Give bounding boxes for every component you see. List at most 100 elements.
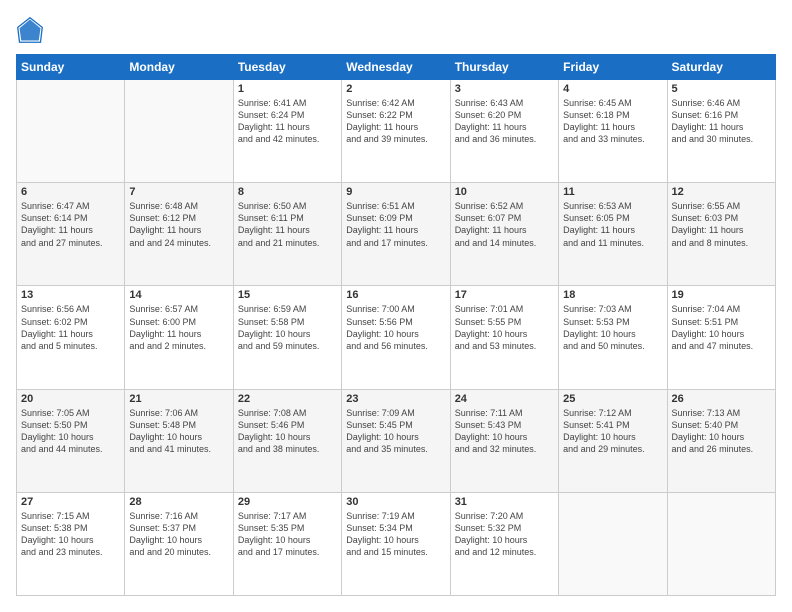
day-detail-line: Sunset: 5:43 PM	[455, 419, 554, 431]
daylight-line2: and and 30 minutes.	[672, 133, 771, 145]
daylight-line1: Daylight: 10 hours	[455, 431, 554, 443]
day-detail-line: Sunrise: 6:53 AM	[563, 200, 662, 212]
daylight-line2: and and 41 minutes.	[129, 443, 228, 455]
calendar-cell: 16Sunrise: 7:00 AMSunset: 5:56 PMDayligh…	[342, 286, 450, 389]
day-number: 15	[238, 289, 337, 301]
day-detail-line: Sunrise: 7:11 AM	[455, 407, 554, 419]
day-detail-line: Sunset: 5:38 PM	[21, 522, 120, 534]
day-detail-line: Sunset: 6:02 PM	[21, 316, 120, 328]
day-detail-line: Sunrise: 6:43 AM	[455, 97, 554, 109]
day-info: Sunrise: 7:16 AMSunset: 5:37 PMDaylight:…	[129, 510, 228, 559]
day-number: 30	[346, 496, 445, 508]
day-detail-line: Sunset: 6:16 PM	[672, 109, 771, 121]
daylight-line2: and and 14 minutes.	[455, 237, 554, 249]
day-detail-line: Sunset: 5:40 PM	[672, 419, 771, 431]
day-detail-line: Sunrise: 7:08 AM	[238, 407, 337, 419]
daylight-line1: Daylight: 11 hours	[346, 121, 445, 133]
calendar-cell	[559, 492, 667, 595]
day-info: Sunrise: 7:09 AMSunset: 5:45 PMDaylight:…	[346, 407, 445, 456]
day-detail-line: Sunset: 5:45 PM	[346, 419, 445, 431]
daylight-line1: Daylight: 10 hours	[129, 431, 228, 443]
calendar-table: SundayMondayTuesdayWednesdayThursdayFrid…	[16, 54, 776, 596]
daylight-line1: Daylight: 11 hours	[455, 121, 554, 133]
daylight-line1: Daylight: 11 hours	[21, 224, 120, 236]
day-detail-line: Sunrise: 7:19 AM	[346, 510, 445, 522]
day-detail-line: Sunset: 5:46 PM	[238, 419, 337, 431]
day-detail-line: Sunset: 6:03 PM	[672, 212, 771, 224]
daylight-line1: Daylight: 10 hours	[238, 431, 337, 443]
day-detail-line: Sunrise: 6:45 AM	[563, 97, 662, 109]
logo-icon	[16, 16, 44, 44]
day-detail-line: Sunset: 6:00 PM	[129, 316, 228, 328]
day-number: 4	[563, 83, 662, 95]
daylight-line1: Daylight: 10 hours	[672, 431, 771, 443]
daylight-line2: and and 32 minutes.	[455, 443, 554, 455]
day-detail-line: Sunset: 6:09 PM	[346, 212, 445, 224]
calendar-header-row: SundayMondayTuesdayWednesdayThursdayFrid…	[17, 55, 776, 80]
daylight-line1: Daylight: 11 hours	[21, 328, 120, 340]
day-info: Sunrise: 6:47 AMSunset: 6:14 PMDaylight:…	[21, 200, 120, 249]
calendar-cell: 15Sunrise: 6:59 AMSunset: 5:58 PMDayligh…	[233, 286, 341, 389]
daylight-line1: Daylight: 10 hours	[129, 534, 228, 546]
daylight-line1: Daylight: 11 hours	[563, 224, 662, 236]
day-number: 9	[346, 186, 445, 198]
daylight-line2: and and 53 minutes.	[455, 340, 554, 352]
daylight-line2: and and 21 minutes.	[238, 237, 337, 249]
day-number: 21	[129, 393, 228, 405]
daylight-line2: and and 12 minutes.	[455, 546, 554, 558]
daylight-line1: Daylight: 10 hours	[672, 328, 771, 340]
day-detail-line: Sunrise: 7:20 AM	[455, 510, 554, 522]
calendar-cell: 5Sunrise: 6:46 AMSunset: 6:16 PMDaylight…	[667, 80, 775, 183]
calendar-cell: 9 Sunrise: 6:51 AMSunset: 6:09 PMDaylight…	[342, 183, 450, 286]
calendar-header-wednesday: Wednesday	[342, 55, 450, 80]
day-detail-line: Sunset: 5:58 PM	[238, 316, 337, 328]
day-info: Sunrise: 6:51 AMSunset: 6:09 PMDaylight:…	[346, 200, 445, 249]
day-info: Sunrise: 7:12 AMSunset: 5:41 PMDaylight:…	[563, 407, 662, 456]
day-number: 27	[21, 496, 120, 508]
daylight-line1: Daylight: 11 hours	[129, 328, 228, 340]
daylight-line2: and and 47 minutes.	[672, 340, 771, 352]
day-number: 3	[455, 83, 554, 95]
day-info: Sunrise: 6:42 AMSunset: 6:22 PMDaylight:…	[346, 97, 445, 146]
day-detail-line: Sunset: 6:22 PM	[346, 109, 445, 121]
calendar-header-monday: Monday	[125, 55, 233, 80]
calendar-cell: 22Sunrise: 7:08 AMSunset: 5:46 PMDayligh…	[233, 389, 341, 492]
day-info: Sunrise: 7:17 AMSunset: 5:35 PMDaylight:…	[238, 510, 337, 559]
logo	[16, 16, 48, 44]
day-detail-line: Sunset: 5:48 PM	[129, 419, 228, 431]
calendar-cell: 14Sunrise: 6:57 AMSunset: 6:00 PMDayligh…	[125, 286, 233, 389]
day-detail-line: Sunset: 5:41 PM	[563, 419, 662, 431]
daylight-line1: Daylight: 10 hours	[21, 431, 120, 443]
day-number: 10	[455, 186, 554, 198]
day-detail-line: Sunrise: 6:57 AM	[129, 303, 228, 315]
day-detail-line: Sunrise: 6:55 AM	[672, 200, 771, 212]
calendar-header-tuesday: Tuesday	[233, 55, 341, 80]
day-detail-line: Sunset: 6:12 PM	[129, 212, 228, 224]
daylight-line1: Daylight: 11 hours	[238, 224, 337, 236]
day-detail-line: Sunrise: 7:09 AM	[346, 407, 445, 419]
day-info: Sunrise: 7:19 AMSunset: 5:34 PMDaylight:…	[346, 510, 445, 559]
daylight-line1: Daylight: 10 hours	[455, 534, 554, 546]
daylight-line2: and and 5 minutes.	[21, 340, 120, 352]
day-detail-line: Sunset: 5:53 PM	[563, 316, 662, 328]
day-number: 29	[238, 496, 337, 508]
calendar-cell: 24Sunrise: 7:11 AMSunset: 5:43 PMDayligh…	[450, 389, 558, 492]
header	[16, 16, 776, 44]
daylight-line2: and and 11 minutes.	[563, 237, 662, 249]
day-detail-line: Sunset: 6:07 PM	[455, 212, 554, 224]
daylight-line2: and and 35 minutes.	[346, 443, 445, 455]
day-number: 8	[238, 186, 337, 198]
day-number: 18	[563, 289, 662, 301]
daylight-line2: and and 27 minutes.	[21, 237, 120, 249]
day-detail-line: Sunrise: 6:52 AM	[455, 200, 554, 212]
daylight-line1: Daylight: 10 hours	[563, 328, 662, 340]
day-number: 6	[21, 186, 120, 198]
day-info: Sunrise: 6:57 AMSunset: 6:00 PMDaylight:…	[129, 303, 228, 352]
daylight-line2: and and 56 minutes.	[346, 340, 445, 352]
day-detail-line: Sunrise: 7:03 AM	[563, 303, 662, 315]
day-number: 5	[672, 83, 771, 95]
daylight-line2: and and 2 minutes.	[129, 340, 228, 352]
calendar-week-row: 20Sunrise: 7:05 AMSunset: 5:50 PMDayligh…	[17, 389, 776, 492]
daylight-line1: Daylight: 10 hours	[346, 534, 445, 546]
daylight-line2: and and 36 minutes.	[455, 133, 554, 145]
